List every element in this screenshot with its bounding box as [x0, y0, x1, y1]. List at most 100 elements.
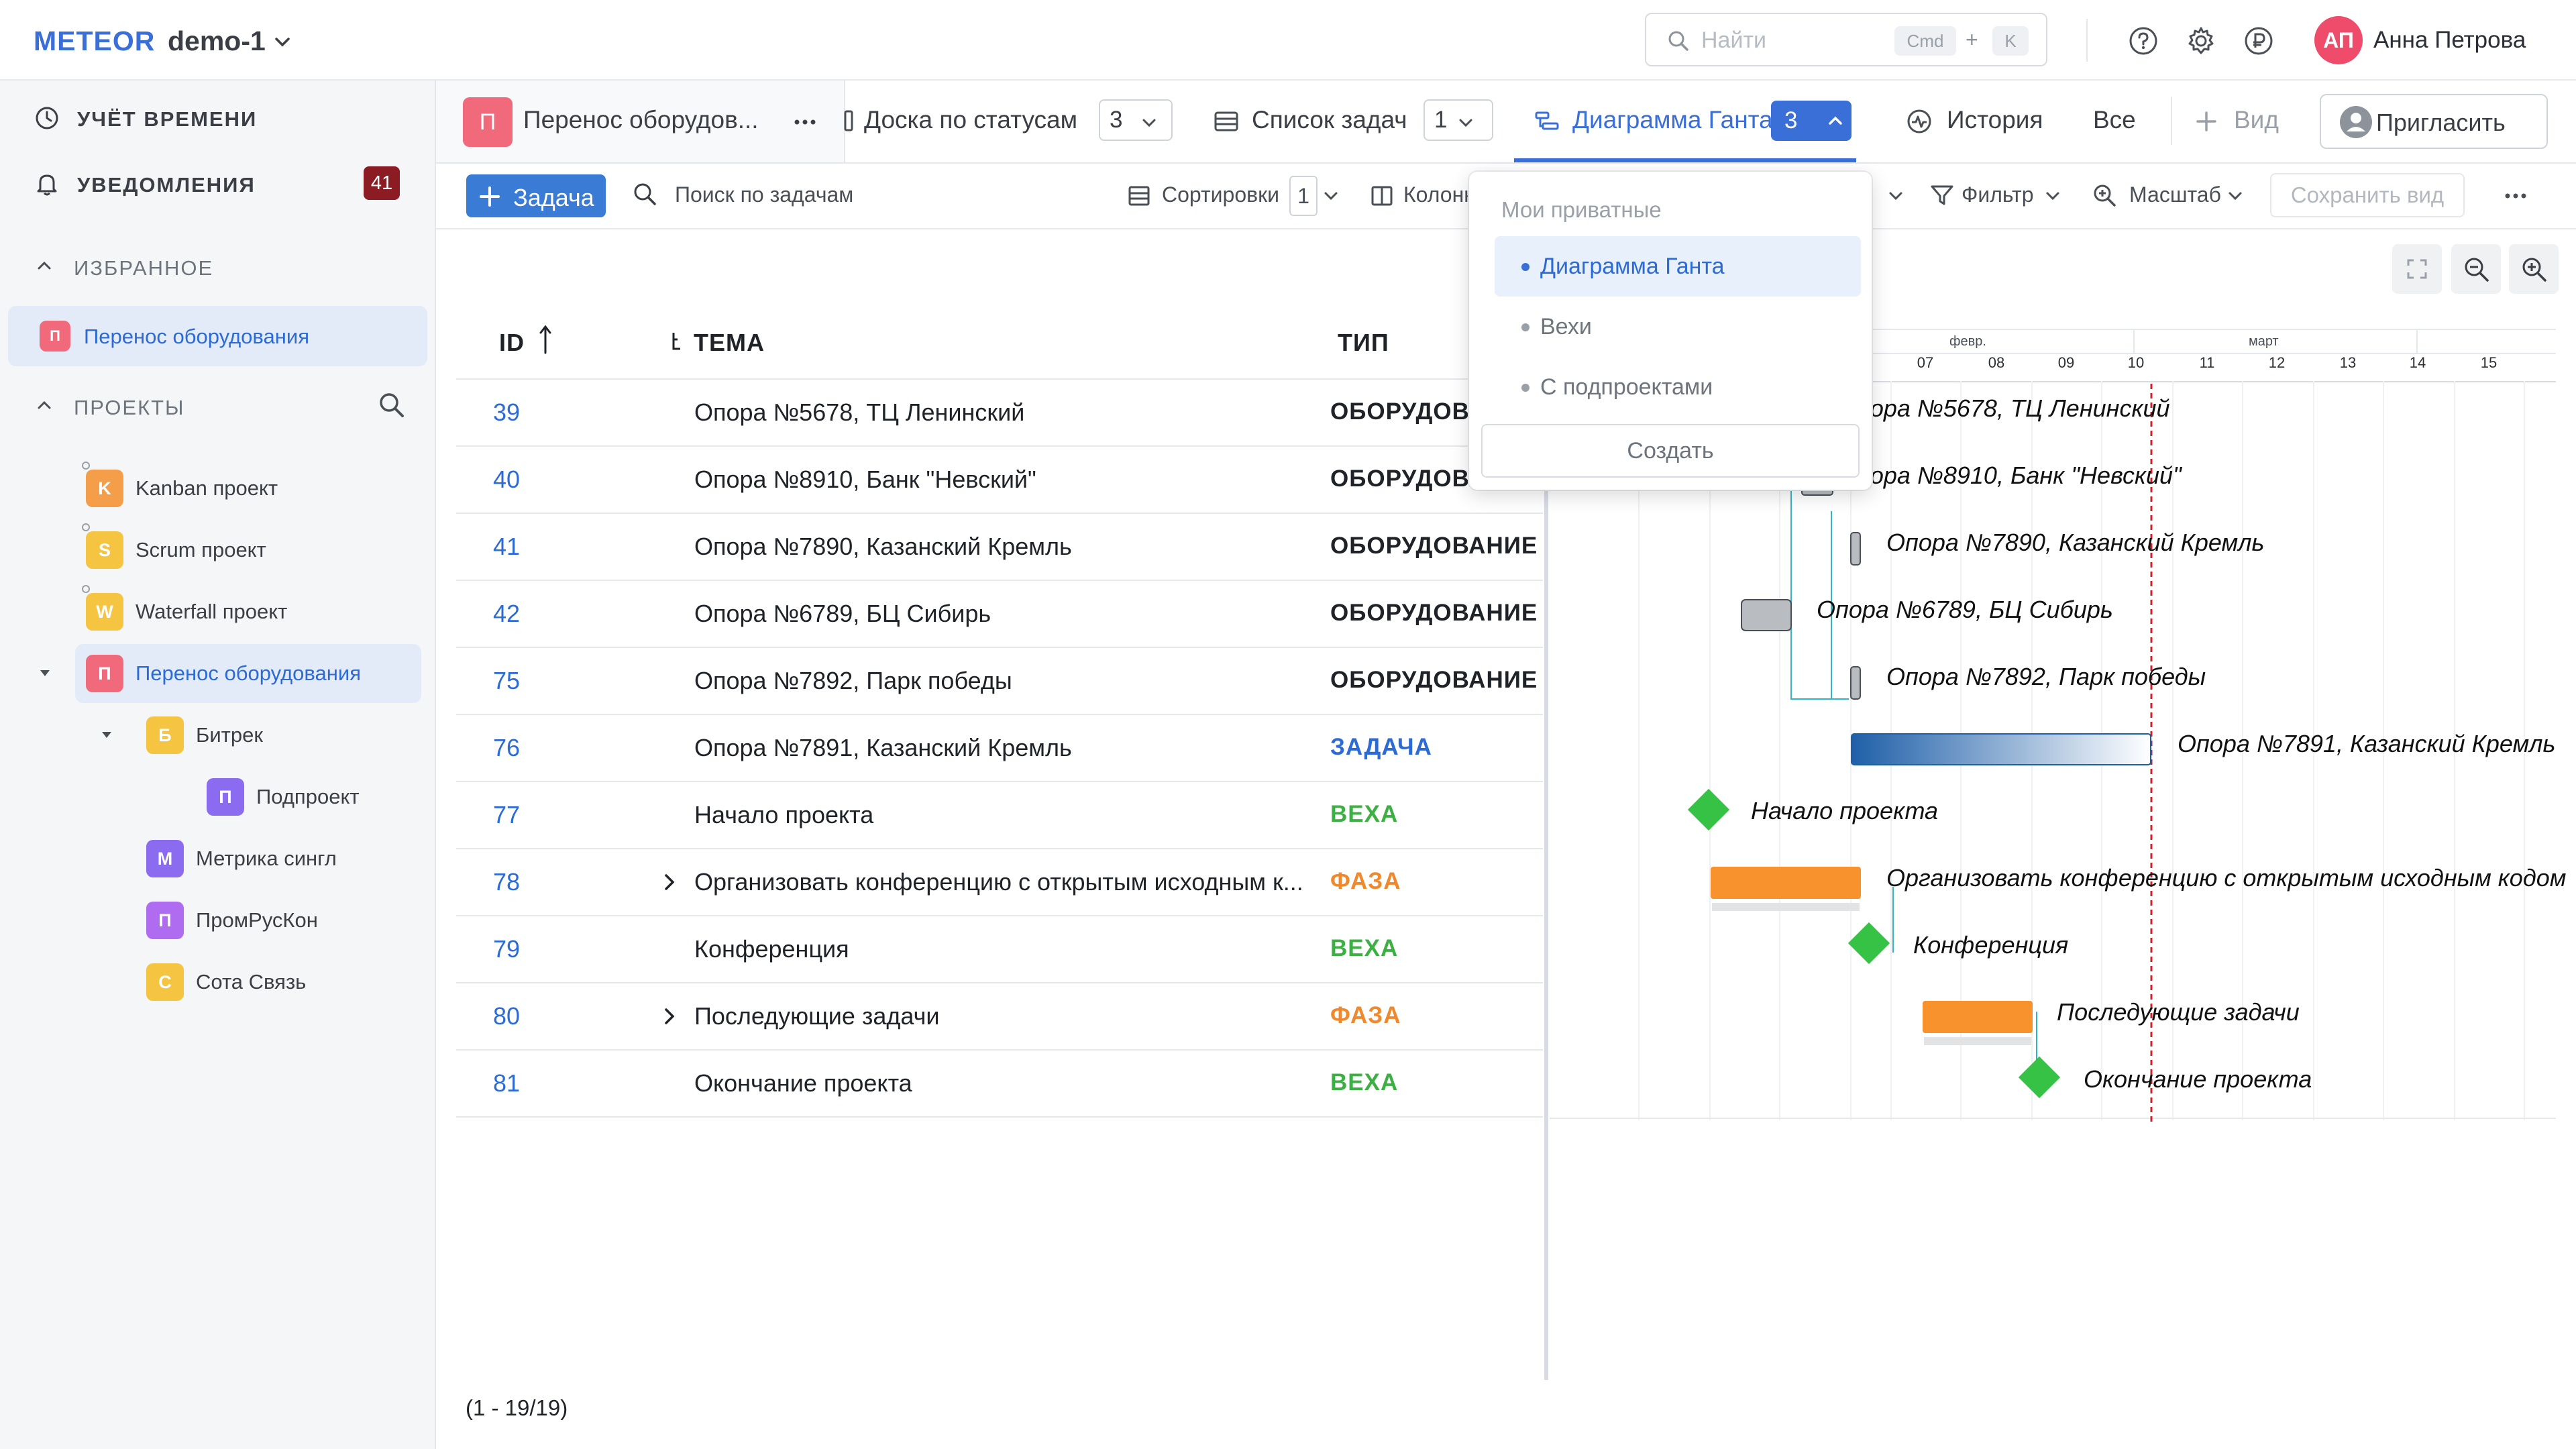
- invite-button[interactable]: Пригласить: [2320, 94, 2548, 149]
- search-icon[interactable]: [377, 390, 407, 420]
- dropdown-item-subprojects[interactable]: С подпроектами: [1495, 357, 1861, 417]
- task-search-input[interactable]: Поиск по задачам: [675, 182, 853, 207]
- sidebar-item-scrum[interactable]: Scrum проект: [136, 538, 266, 562]
- task-topic[interactable]: Последующие задачи: [694, 1002, 940, 1030]
- sort-asc-icon[interactable]: [538, 323, 553, 357]
- columns-button[interactable]: Колонки: [1403, 182, 1477, 207]
- chevron-down-icon[interactable]: [1323, 188, 1339, 204]
- global-search[interactable]: Найти Cmd + K: [1645, 13, 2047, 66]
- dropdown-item-gantt[interactable]: Диаграмма Ганта: [1495, 236, 1861, 297]
- task-id[interactable]: 79: [493, 935, 520, 963]
- avatar[interactable]: АП: [2314, 16, 2363, 64]
- sorts-button[interactable]: Сортировки: [1162, 182, 1279, 207]
- tab-all[interactable]: Все: [2093, 106, 2136, 134]
- task-topic[interactable]: Конференция: [694, 935, 849, 963]
- task-topic[interactable]: Организовать конференцию с открытым исхо…: [694, 868, 1303, 896]
- chevron-down-icon[interactable]: [1888, 188, 1904, 204]
- table-row[interactable]: 80 Последующие задачи ФАЗА: [456, 983, 1543, 1051]
- task-id[interactable]: 42: [493, 600, 520, 628]
- expand-icon[interactable]: [660, 1005, 679, 1028]
- task-id[interactable]: 41: [493, 533, 520, 561]
- chevron-down-icon[interactable]: [2227, 188, 2243, 204]
- table-row[interactable]: 78 Организовать конференцию с открытым и…: [456, 849, 1543, 916]
- workspace-switcher[interactable]: demo-1: [168, 25, 266, 57]
- table-row[interactable]: 75 Опора №7892, Парк победы ОБОРУДОВАНИЕ: [456, 648, 1543, 715]
- expand-icon[interactable]: [660, 871, 679, 894]
- filter-icon: [1931, 185, 1953, 205]
- more-icon[interactable]: [792, 109, 818, 136]
- task-id[interactable]: 78: [493, 868, 520, 896]
- create-view-button[interactable]: Создать: [1481, 424, 1860, 478]
- filter-button[interactable]: Фильтр: [1962, 182, 2034, 207]
- task-topic[interactable]: Окончание проекта: [694, 1069, 912, 1097]
- task-id[interactable]: 75: [493, 667, 520, 695]
- tab-count-value: 1: [1434, 107, 1448, 133]
- user-name[interactable]: Анна Петрова: [2373, 27, 2526, 54]
- task-topic[interactable]: Опора №7892, Парк победы: [694, 667, 1012, 695]
- tab-count[interactable]: 3: [1099, 99, 1173, 141]
- tab-history[interactable]: История: [1947, 106, 2043, 134]
- table-row[interactable]: 81 Окончание проекта ВЕХА: [456, 1051, 1543, 1118]
- task-type: ВЕХА: [1330, 935, 1399, 961]
- column-header-topic[interactable]: ТЕМА: [694, 329, 765, 357]
- tab-gantt[interactable]: Диаграмма Ганта: [1572, 106, 1773, 134]
- ruble-icon[interactable]: [2243, 25, 2274, 56]
- chevron-down-icon[interactable]: [272, 31, 293, 52]
- table-row[interactable]: 40 Опора №8910, Банк "Невский" ОБОРУДОВА: [456, 447, 1543, 514]
- table-row[interactable]: 79 Конференция ВЕХА: [456, 916, 1543, 983]
- chevron-down-icon: [1142, 119, 1156, 127]
- dropdown-item-milestones[interactable]: Вехи: [1495, 297, 1861, 357]
- chevron-up-icon[interactable]: [35, 396, 54, 415]
- task-topic[interactable]: Опора №7890, Казанский Кремль: [694, 533, 1072, 561]
- tab-task-list[interactable]: Список задач: [1252, 106, 1407, 134]
- column-header-id[interactable]: ID: [499, 329, 525, 357]
- help-icon[interactable]: [2128, 25, 2159, 56]
- sidebar-item-time-tracking[interactable]: УЧЁТ ВРЕМЕНИ: [77, 107, 257, 131]
- app-logo[interactable]: METEOR: [34, 25, 155, 57]
- sidebar-item-waterfall[interactable]: Waterfall проект: [136, 600, 287, 624]
- task-id[interactable]: 40: [493, 466, 520, 494]
- task-id[interactable]: 80: [493, 1002, 520, 1030]
- project-tab[interactable]: П Перенос оборудов...: [436, 80, 845, 162]
- caret-down-icon[interactable]: [36, 664, 54, 682]
- plus-icon[interactable]: [2194, 109, 2219, 134]
- sidebar-item-sota-svyaz[interactable]: Сота Связь: [196, 970, 306, 994]
- task-id[interactable]: 39: [493, 398, 520, 427]
- scale-button[interactable]: Масштаб: [2129, 182, 2221, 207]
- caret-down-icon[interactable]: [98, 726, 115, 743]
- sidebar-item-metrika[interactable]: Метрика сингл: [196, 847, 337, 871]
- task-id[interactable]: 77: [493, 801, 520, 829]
- table-row[interactable]: 77 Начало проекта ВЕХА: [456, 782, 1543, 849]
- favorite-item[interactable]: П Перенос оборудования: [8, 306, 427, 366]
- gear-icon[interactable]: [2186, 25, 2216, 56]
- table-row[interactable]: 76 Опора №7891, Казанский Кремль ЗАДАЧА: [456, 715, 1543, 782]
- chevron-up-icon[interactable]: [35, 256, 54, 275]
- sidebar-item-notifications[interactable]: УВЕДОМЛЕНИЯ: [77, 173, 256, 197]
- save-view-button[interactable]: Сохранить вид: [2270, 173, 2465, 217]
- sorts-count[interactable]: 1: [1289, 176, 1318, 216]
- add-view-button[interactable]: Вид: [2234, 106, 2279, 134]
- chevron-down-icon[interactable]: [2045, 188, 2061, 204]
- tab-status-board[interactable]: Доска по статусам: [864, 106, 1077, 134]
- more-icon[interactable]: [2502, 184, 2529, 208]
- task-id[interactable]: 81: [493, 1069, 520, 1097]
- task-id[interactable]: 76: [493, 734, 520, 762]
- sidebar-item-bitrek[interactable]: Битрек: [196, 723, 263, 747]
- sidebar-item-promruscon[interactable]: ПромРусКон: [196, 908, 318, 932]
- task-topic[interactable]: Опора №8910, Банк "Невский": [694, 466, 1036, 494]
- project-avatar: K: [86, 470, 123, 507]
- sidebar-item-subproject[interactable]: Подпроект: [256, 785, 360, 809]
- sidebar-item-equipment-transfer[interactable]: Перенос оборудования: [136, 661, 361, 686]
- add-task-button[interactable]: Задача: [466, 174, 606, 217]
- task-topic[interactable]: Начало проекта: [694, 801, 873, 829]
- task-topic[interactable]: Опора №5678, ТЦ Ленинский: [694, 398, 1024, 427]
- sidebar-item-kanban[interactable]: Kanban проект: [136, 476, 278, 500]
- board-icon: [844, 110, 853, 131]
- column-header-type[interactable]: ТИП: [1338, 329, 1389, 357]
- table-row[interactable]: 42 Опора №6789, БЦ Сибирь ОБОРУДОВАНИЕ: [456, 581, 1543, 648]
- task-topic[interactable]: Опора №6789, БЦ Сибирь: [694, 600, 991, 628]
- table-row[interactable]: 41 Опора №7890, Казанский Кремль ОБОРУДО…: [456, 514, 1543, 581]
- gantt-bar-label: Организовать конференцию с открытым исхо…: [1886, 864, 2567, 892]
- table-row[interactable]: 39 Опора №5678, ТЦ Ленинский ОБОРУДОВА: [456, 380, 1543, 447]
- task-topic[interactable]: Опора №7891, Казанский Кремль: [694, 734, 1072, 762]
